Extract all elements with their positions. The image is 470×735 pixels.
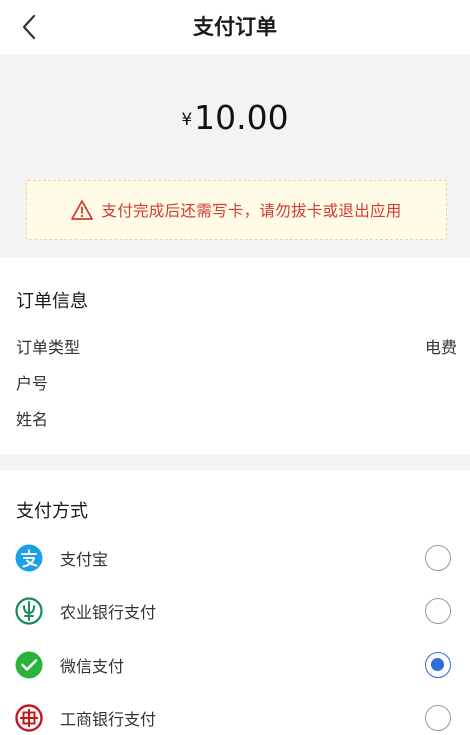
payment-method-title: 支付方式: [16, 501, 88, 522]
wechat-pay-label: 微信支付: [60, 657, 125, 676]
icbc-bank-icon: [15, 704, 43, 732]
warning-banner: 支付完成后还需写卡，请勿拔卡或退出应用: [26, 180, 447, 240]
account-number-label: 户号: [16, 374, 49, 393]
account-number-row: 户号: [16, 370, 457, 394]
order-type-row: 订单类型 电费: [16, 334, 457, 358]
payment-option-icbc-bank[interactable]: 工商银行支付: [0, 698, 470, 735]
currency-symbol: ¥: [181, 110, 193, 130]
abc-bank-icon: [15, 597, 43, 625]
icbc-bank-label: 工商银行支付: [60, 710, 157, 729]
alipay-radio[interactable]: [425, 545, 451, 571]
order-type-label: 订单类型: [16, 338, 81, 357]
amount-value: 10.00: [194, 98, 289, 137]
nav-bar: 支付订单: [0, 0, 470, 54]
order-type-value: 电费: [424, 338, 457, 357]
order-info-card: 订单信息 订单类型 电费 户号 姓名: [0, 258, 470, 454]
payment-amount: ¥10.00: [0, 98, 470, 137]
payment-option-abc-bank[interactable]: 农业银行支付: [0, 591, 470, 631]
payment-option-alipay[interactable]: 支付宝: [0, 538, 470, 578]
name-label: 姓名: [16, 410, 49, 429]
page-title: 支付订单: [193, 15, 277, 39]
icbc-bank-radio[interactable]: [425, 705, 451, 731]
warning-icon: [71, 199, 94, 221]
abc-bank-label: 农业银行支付: [60, 603, 157, 622]
payment-option-wechat[interactable]: 微信支付: [0, 645, 470, 685]
wechat-pay-radio-selected[interactable]: [425, 652, 451, 678]
alipay-icon: [15, 544, 43, 572]
payment-method-card: 支付方式 支付宝 农业银行支付 微信支付 工商银行支付: [0, 470, 470, 735]
alipay-label: 支付宝: [60, 550, 109, 569]
amount-section: ¥10.00 支付完成后还需写卡，请勿拔卡或退出应用: [0, 54, 470, 258]
wechat-pay-icon: [15, 651, 43, 679]
name-row: 姓名: [16, 406, 457, 430]
abc-bank-radio[interactable]: [425, 598, 451, 624]
warning-text: 支付完成后还需写卡，请勿拔卡或退出应用: [101, 202, 402, 220]
order-info-title: 订单信息: [16, 291, 88, 312]
